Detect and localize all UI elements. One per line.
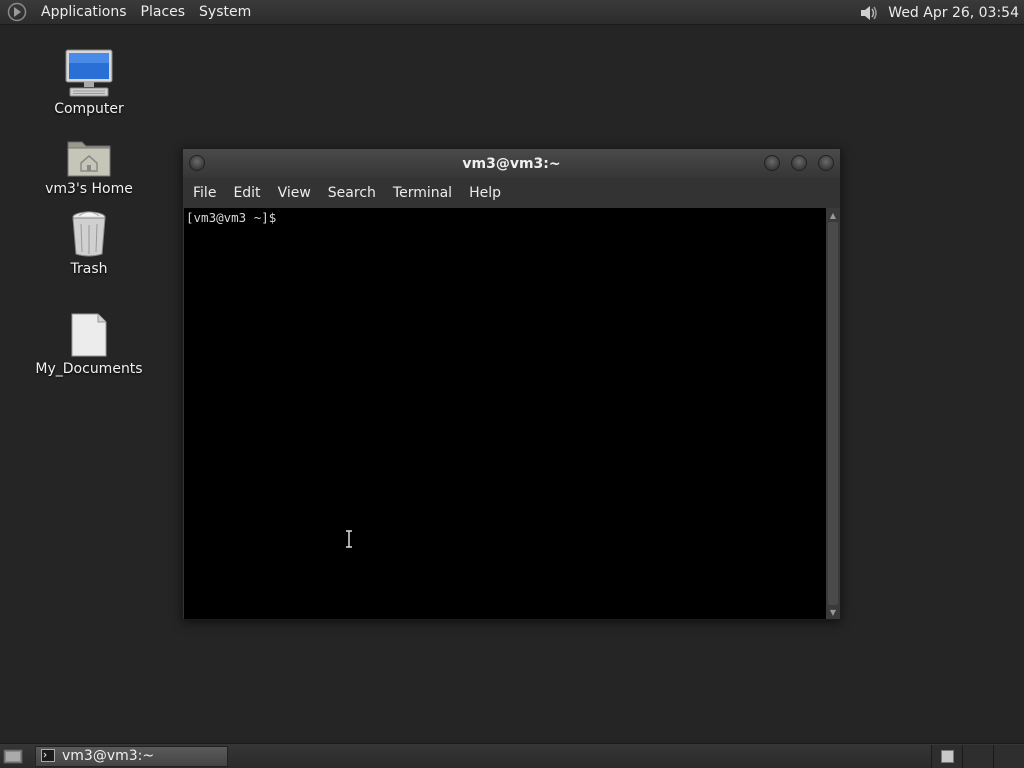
terminal-menubar: File Edit View Search Terminal Help [183, 178, 840, 208]
workspace-3[interactable] [993, 745, 1024, 768]
computer-icon [64, 46, 114, 98]
menu-view[interactable]: View [271, 185, 318, 201]
distro-logo-icon[interactable] [7, 2, 27, 22]
show-desktop-icon[interactable] [1, 744, 25, 768]
menu-file[interactable]: File [186, 185, 223, 201]
clock[interactable]: Wed Apr 26, 03:54 [888, 5, 1024, 21]
desktop-icon-computer[interactable]: Computer [34, 46, 144, 117]
maximize-button[interactable] [791, 155, 807, 171]
workspace-2[interactable] [962, 745, 993, 768]
document-icon [70, 306, 108, 358]
desktop-icon-home[interactable]: vm3's Home [34, 126, 144, 197]
places-menu[interactable]: Places [134, 0, 193, 25]
home-folder-icon [66, 126, 112, 178]
scroll-up-icon[interactable]: ▲ [826, 208, 840, 222]
desktop-icon-trash[interactable]: Trash [34, 206, 144, 277]
system-menu[interactable]: System [192, 0, 258, 25]
text-cursor-icon [344, 530, 354, 548]
taskbar-item-label: vm3@vm3:~ [62, 748, 155, 764]
top-panel: Applications Places System Wed Apr 26, 0… [0, 0, 1024, 25]
applications-menu[interactable]: Applications [34, 0, 134, 25]
scroll-down-icon[interactable]: ▼ [826, 605, 840, 619]
desktop-icon-label: vm3's Home [45, 181, 133, 197]
trash-icon [69, 206, 109, 258]
menu-search[interactable]: Search [321, 185, 383, 201]
menu-help[interactable]: Help [462, 185, 508, 201]
terminal-icon [41, 747, 55, 766]
terminal-window[interactable]: vm3@vm3:~ File Edit View Search Terminal… [182, 148, 841, 620]
desktop-icon-my-documents[interactable]: My_Documents [34, 306, 144, 377]
shell-prompt: [vm3@vm3 ~]$ [186, 210, 277, 225]
workspace-1[interactable] [931, 745, 962, 768]
menu-edit[interactable]: Edit [226, 185, 267, 201]
terminal-output[interactable]: [vm3@vm3 ~]$ [184, 208, 826, 619]
workspace-switcher [931, 745, 1024, 768]
scroll-thumb[interactable] [828, 222, 838, 605]
menu-terminal[interactable]: Terminal [386, 185, 459, 201]
desktop-icon-label: Computer [54, 101, 124, 117]
close-button[interactable] [818, 155, 834, 171]
taskbar-item-terminal[interactable]: vm3@vm3:~ [35, 745, 228, 767]
desktop-icon-label: My_Documents [35, 361, 143, 377]
desktop-icon-label: Trash [70, 261, 108, 277]
minimize-button[interactable] [764, 155, 780, 171]
window-titlebar[interactable]: vm3@vm3:~ [183, 149, 840, 178]
bottom-panel: vm3@vm3:~ [0, 743, 1024, 768]
window-title: vm3@vm3:~ [462, 155, 561, 172]
volume-icon[interactable] [858, 3, 880, 23]
terminal-scrollbar[interactable]: ▲ ▼ [826, 208, 840, 619]
window-menu-button[interactable] [189, 155, 205, 171]
